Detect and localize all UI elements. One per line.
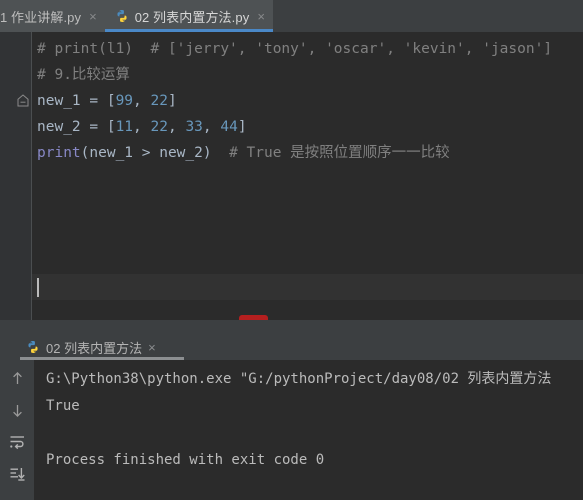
run-tab-label: 02 列表内置方法 — [46, 340, 143, 356]
code-line-4-var: new_2 — [37, 119, 81, 135]
code-line-4-num-3: 33 — [185, 119, 203, 135]
code-line-3-var: new_1 — [37, 93, 81, 109]
code-fold-marker-icon[interactable] — [17, 94, 29, 107]
code-line-4: new_2 = [11, 22, 33, 44] — [37, 114, 583, 140]
code-line-3-num-1: 99 — [115, 93, 134, 109]
code-line-3-comma-1: , — [133, 93, 151, 109]
code-line-4-num-2: 22 — [150, 119, 168, 135]
editor-tab-1-label: 1 作业讲解.py — [0, 9, 82, 25]
editor-tab-1[interactable]: 1 作业讲解.py × — [0, 0, 105, 32]
editor-tab-bar: 1 作业讲解.py × 02 列表内置方法.py × — [0, 0, 583, 32]
code-line-1-comment: # print(l1) # ['jerry', 'tony', 'oscar',… — [37, 41, 553, 57]
code-line-5-function: print — [37, 145, 81, 161]
code-line-2-comment: # 9.比较运算 — [37, 67, 130, 83]
run-tab[interactable]: 02 列表内置方法 × — [26, 338, 162, 357]
console-output[interactable]: G:\Python38\python.exe "G:/pythonProject… — [34, 360, 583, 500]
code-line-4-comma-2: , — [167, 119, 186, 135]
code-line-4-bracket: ] — [237, 119, 247, 135]
console-line-output: True — [46, 398, 80, 414]
code-text[interactable]: # print(l1) # ['jerry', 'tony', 'oscar',… — [32, 32, 583, 320]
pycharm-window: 1 作业讲解.py × 02 列表内置方法.py × # print(l1) #… — [0, 0, 583, 500]
run-content: G:\Python38\python.exe "G:/pythonProject… — [0, 360, 583, 500]
down-arrow-icon[interactable] — [7, 400, 27, 420]
tool-window-splitter[interactable] — [0, 320, 583, 334]
search-everywhere-button[interactable] — [239, 315, 268, 320]
console-line-exit: Process finished with exit code 0 — [46, 452, 325, 468]
run-tool-window: 02 列表内置方法 × G:\Python38\python.exe "G:/p… — [0, 334, 583, 500]
code-line-4-assign: = [ — [80, 119, 116, 135]
python-file-icon — [115, 9, 129, 23]
editor-gutter[interactable] — [0, 32, 32, 320]
editor-tab-1-close-icon[interactable]: × — [87, 10, 97, 23]
up-arrow-icon[interactable] — [7, 368, 27, 388]
code-line-5-comment: # True 是按照位置顺序一一比较 — [211, 145, 450, 161]
code-line-1: # print(l1) # ['jerry', 'tony', 'oscar',… — [37, 36, 583, 62]
code-line-5: print(new_1 > new_2) # True 是按照位置顺序一一比较 — [37, 140, 583, 166]
code-line-4-comma-3: , — [202, 119, 221, 135]
soft-wrap-icon[interactable] — [7, 432, 27, 452]
editor-tab-2[interactable]: 02 列表内置方法.py × — [104, 0, 274, 32]
run-toolbar — [0, 360, 34, 500]
code-line-5-args: (new_1 > new_2) — [80, 145, 212, 161]
editor-tab-2-label: 02 列表内置方法.py — [134, 9, 250, 25]
code-line-4-num-1: 11 — [115, 119, 134, 135]
code-line-4-comma-1: , — [133, 119, 151, 135]
code-line-2: # 9.比较运算 — [37, 62, 583, 88]
run-tab-close-icon[interactable]: × — [148, 340, 156, 355]
code-line-3-assign: = [ — [80, 93, 116, 109]
run-tab-bar: 02 列表内置方法 × — [0, 334, 583, 360]
console-line-command: G:\Python38\python.exe "G:/pythonProject… — [46, 371, 552, 387]
code-line-3-bracket: ] — [167, 93, 177, 109]
code-line-3: new_1 = [99, 22] — [37, 88, 583, 114]
scroll-to-end-icon[interactable] — [7, 464, 27, 484]
code-line-3-num-2: 22 — [150, 93, 168, 109]
code-line-4-num-4: 44 — [220, 119, 238, 135]
python-run-icon — [26, 340, 40, 354]
editor-tab-2-close-icon[interactable]: × — [255, 10, 265, 23]
code-editor[interactable]: # print(l1) # ['jerry', 'tony', 'oscar',… — [0, 32, 583, 320]
